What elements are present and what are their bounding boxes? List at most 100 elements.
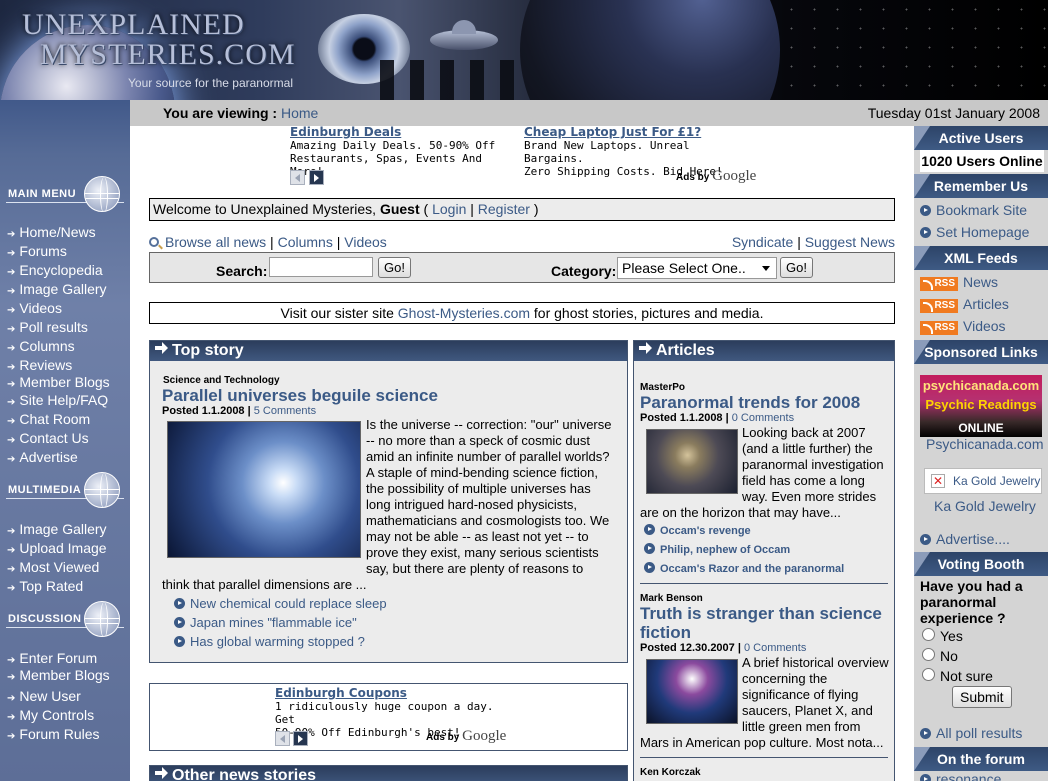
syndicate-link[interactable]: Syndicate bbox=[732, 234, 793, 250]
related-article[interactable]: Occam's Razor and the paranormal bbox=[644, 562, 844, 575]
rss-articles-link[interactable]: RSS Articles bbox=[920, 296, 1009, 313]
bookmark-site-link[interactable]: Bookmark Site bbox=[920, 202, 1027, 218]
link-label: Videos bbox=[963, 318, 1006, 334]
radio-no[interactable] bbox=[922, 648, 935, 661]
nav-advertise[interactable]: ➔ Advertise bbox=[7, 449, 78, 465]
ad-title[interactable]: Cheap Laptop Just For £1? bbox=[524, 126, 754, 139]
nav-forum-rules[interactable]: ➔ Forum Rules bbox=[7, 726, 100, 742]
suggest-news-link[interactable]: Suggest News bbox=[805, 234, 895, 250]
ad-prev-button[interactable] bbox=[275, 731, 290, 746]
comments-link[interactable]: 0 Comments bbox=[732, 412, 794, 424]
globe-icon bbox=[84, 601, 120, 637]
poll-option-no[interactable]: No bbox=[922, 648, 958, 664]
article-title[interactable]: Paranormal trends for 2008 bbox=[640, 393, 860, 412]
nav-image-gallery[interactable]: ➔ Image Gallery bbox=[7, 281, 107, 297]
nav-label: Contact Us bbox=[19, 430, 89, 446]
article-image[interactable] bbox=[646, 429, 738, 494]
ads-by-google[interactable]: Ads by Google bbox=[426, 728, 506, 745]
ads-by-google[interactable]: Ads by Google bbox=[676, 168, 756, 185]
poll-submit-button[interactable]: Submit bbox=[952, 686, 1012, 708]
ka-gold-image[interactable]: ✕ Ka Gold Jewelry bbox=[924, 468, 1042, 494]
radio-yes[interactable] bbox=[922, 628, 935, 641]
ad-title[interactable]: Edinburgh Deals bbox=[290, 126, 510, 139]
ad-title[interactable]: Edinburgh Coupons bbox=[275, 687, 505, 700]
article-image[interactable] bbox=[646, 659, 738, 724]
ad-next-button[interactable] bbox=[309, 170, 324, 185]
nav-most-viewed[interactable]: ➔ Most Viewed bbox=[7, 559, 99, 575]
advertise-link[interactable]: Advertise.... bbox=[920, 531, 1010, 547]
nav-encyclopedia[interactable]: ➔ Encyclopedia bbox=[7, 262, 103, 278]
search-input[interactable] bbox=[269, 257, 373, 277]
ghost-mysteries-link[interactable]: Ghost-Mysteries.com bbox=[398, 305, 530, 321]
nav-chat-room[interactable]: ➔ Chat Room bbox=[7, 411, 90, 427]
nav-my-controls[interactable]: ➔ My Controls bbox=[7, 707, 94, 723]
rss-videos-link[interactable]: RSS Videos bbox=[920, 318, 1006, 335]
article-title[interactable]: Truth is stranger than science fiction bbox=[640, 604, 882, 642]
nav-label: Member Blogs bbox=[19, 667, 110, 683]
arrow-icon: ➔ bbox=[7, 248, 16, 259]
browse-all-news-link[interactable]: Browse all news bbox=[165, 234, 266, 250]
nav-enter-forum[interactable]: ➔ Enter Forum bbox=[7, 650, 97, 666]
category-go-button[interactable]: Go! bbox=[780, 257, 813, 278]
story-image[interactable] bbox=[167, 421, 361, 558]
nav-forums[interactable]: ➔ Forums bbox=[7, 243, 67, 259]
forum-topic-link[interactable]: resonance bbox=[920, 771, 1001, 781]
radio-not-sure[interactable] bbox=[922, 668, 935, 681]
nav-mm-image-gallery[interactable]: ➔ Image Gallery bbox=[7, 521, 107, 537]
story-posted: Posted 1.1.2008 | 5 Comments bbox=[162, 405, 316, 417]
login-link[interactable]: Login bbox=[432, 201, 466, 217]
breadcrumb-home-link[interactable]: Home bbox=[281, 105, 318, 121]
poll-option-not-sure[interactable]: Not sure bbox=[922, 668, 993, 684]
ad-next-button[interactable] bbox=[293, 731, 308, 746]
nav-poll-results[interactable]: ➔ Poll results bbox=[7, 319, 88, 335]
poll-question-line: paranormal bbox=[920, 594, 997, 610]
nav-label: Advertise bbox=[19, 449, 78, 465]
nav-member-blogs[interactable]: ➔ Member Blogs bbox=[7, 374, 110, 390]
columns-link[interactable]: Columns bbox=[278, 234, 333, 250]
set-homepage-link[interactable]: Set Homepage bbox=[920, 224, 1029, 240]
comments-link[interactable]: 5 Comments bbox=[254, 405, 316, 417]
psychicanada-link[interactable]: Psychicanada.com bbox=[926, 436, 1044, 452]
site-logo-line2[interactable]: MYSTERIES.COM bbox=[40, 38, 296, 72]
related-story[interactable]: New chemical could replace sleep bbox=[174, 596, 387, 611]
separator: | bbox=[270, 234, 274, 250]
link-label: All poll results bbox=[936, 725, 1023, 741]
banner-text: psychicanada.com bbox=[922, 378, 1040, 393]
nav-reviews[interactable]: ➔ Reviews bbox=[7, 357, 72, 373]
nav-top-rated[interactable]: ➔ Top Rated bbox=[7, 578, 83, 594]
category-select[interactable]: Please Select One.. bbox=[617, 257, 777, 279]
nav-disc-member-blogs[interactable]: ➔ Member Blogs bbox=[7, 667, 110, 683]
rss-news-link[interactable]: RSS News bbox=[920, 274, 998, 291]
story-title[interactable]: Parallel universes beguile science bbox=[162, 386, 438, 405]
related-story[interactable]: Japan mines "flammable ice" bbox=[174, 615, 357, 630]
magnifier-icon bbox=[149, 237, 159, 247]
arrow-icon: ➔ bbox=[7, 731, 16, 742]
welcome-text: Welcome to Unexplained Mysteries, bbox=[153, 201, 377, 217]
ad-prev-button[interactable] bbox=[290, 170, 305, 185]
ka-gold-link[interactable]: Ka Gold Jewelry bbox=[934, 498, 1036, 514]
all-poll-results-link[interactable]: All poll results bbox=[920, 725, 1022, 741]
nav-columns[interactable]: ➔ Columns bbox=[7, 338, 75, 354]
site-logo-line1[interactable]: UNEXPLAINED bbox=[22, 8, 245, 42]
nav-home-news[interactable]: ➔ Home/News bbox=[7, 224, 96, 240]
nav-upload-image[interactable]: ➔ Upload Image bbox=[7, 540, 107, 556]
nav-contact-us[interactable]: ➔ Contact Us bbox=[7, 430, 89, 446]
nav-new-user[interactable]: ➔ New User bbox=[7, 688, 81, 704]
arrow-circle-icon bbox=[174, 636, 185, 647]
ad-edinburgh-coupons[interactable]: Edinburgh Coupons 1 ridiculously huge co… bbox=[149, 683, 628, 751]
article-line: concerning the bbox=[742, 671, 828, 686]
active-users-header: Active Users bbox=[914, 126, 1048, 150]
register-link[interactable]: Register bbox=[478, 201, 530, 217]
google-logo: Google bbox=[712, 168, 757, 184]
nav-videos[interactable]: ➔ Videos bbox=[7, 300, 62, 316]
poll-option-yes[interactable]: Yes bbox=[922, 628, 963, 644]
related-article[interactable]: Philip, nephew of Occam bbox=[644, 543, 790, 556]
search-go-button[interactable]: Go! bbox=[378, 257, 411, 278]
related-story[interactable]: Has global warming stopped ? bbox=[174, 634, 365, 649]
psychicanada-banner[interactable]: psychicanada.com Psychic Readings ONLINE bbox=[920, 375, 1042, 437]
related-article[interactable]: Occam's revenge bbox=[644, 524, 751, 537]
nav-label: Home/News bbox=[19, 224, 96, 240]
videos-link[interactable]: Videos bbox=[344, 234, 387, 250]
comments-link[interactable]: 0 Comments bbox=[744, 642, 806, 654]
nav-site-help[interactable]: ➔ Site Help/FAQ bbox=[7, 392, 108, 408]
